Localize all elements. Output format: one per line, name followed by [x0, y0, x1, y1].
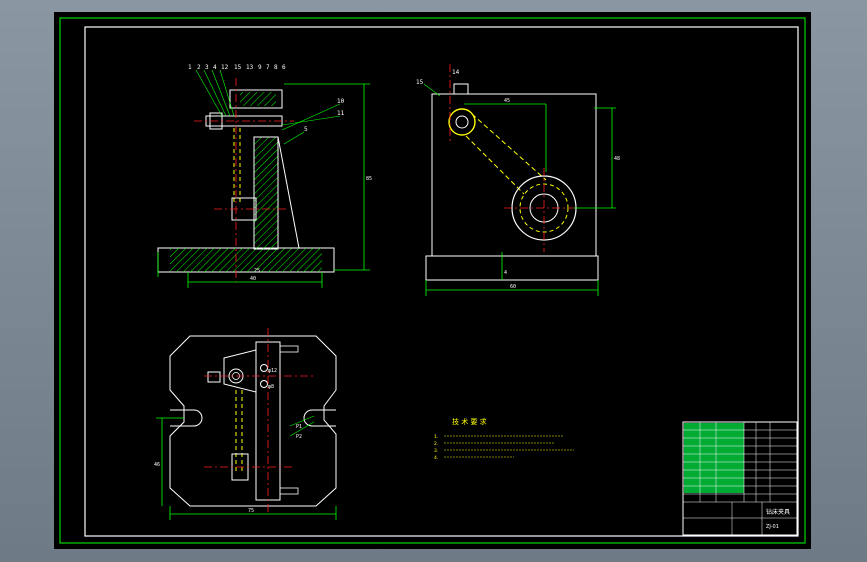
top-dim-width: 75: [248, 508, 254, 514]
part-number-6: 6: [282, 64, 286, 71]
part-number-12: 12: [221, 64, 229, 71]
label-p1: P1: [296, 424, 302, 430]
top-dim-height: 46: [154, 462, 160, 468]
note-line-1: 1.: [434, 434, 438, 440]
label-p2: P2: [296, 434, 302, 440]
dim-height: 85: [366, 176, 372, 182]
part-number-13: 13: [246, 64, 254, 71]
drawing-number: ZJ-01: [766, 524, 779, 530]
small-boss: [448, 108, 476, 136]
note-line-3: 3.: [434, 448, 438, 454]
part-number-3: 3: [205, 64, 209, 71]
side-dim-height: 48: [614, 156, 620, 162]
label-phi8: φ8: [268, 384, 274, 390]
side-dim-center: 45: [504, 98, 510, 104]
part-number-15: 15: [234, 64, 242, 71]
label-phi12: φ12: [268, 368, 277, 374]
part-number-10: 10: [337, 98, 345, 105]
side-base: [425, 255, 599, 281]
hole-phi8: [260, 364, 268, 372]
part-number-8: 8: [274, 64, 278, 71]
part-number-4: 4: [213, 64, 217, 71]
drawing-sheet: 1 2 3 4 12 15 13 9 7 8 6 10 11 5 85 40 2…: [54, 12, 811, 549]
part-number-7: 7: [266, 64, 270, 71]
technical-notes: 技 术 要 求 1. 2. 3. 4.: [434, 417, 574, 461]
column: [253, 136, 279, 250]
front-view: 1 2 3 4 12 15 13 9 7 8 6 10 11 5 85 40 2…: [157, 64, 372, 288]
part-number-9: 9: [258, 64, 262, 71]
part-number-11: 11: [337, 110, 345, 117]
support-rib: [277, 136, 300, 249]
side-body: [431, 93, 597, 257]
part-number-2: 2: [197, 64, 201, 71]
note-line-2: 2.: [434, 441, 438, 447]
cad-drawing: 1 2 3 4 12 15 13 9 7 8 6 10 11 5 85 40 2…: [59, 17, 806, 544]
part-number-5: 5: [304, 126, 308, 133]
top-view: φ12 φ8 P1 P2 75 46: [154, 328, 337, 520]
side-dim-width: 60: [510, 284, 516, 290]
note-line-4: 4.: [434, 455, 438, 461]
top-base-plate: [169, 335, 337, 507]
drawing-name: 钻床夹具: [766, 508, 790, 516]
side-part-14: 14: [452, 69, 460, 76]
notes-title: 技 术 要 求: [452, 417, 487, 426]
cad-viewport[interactable]: 1 2 3 4 12 15 13 9 7 8 6 10 11 5 85 40 2…: [0, 0, 867, 562]
side-part-15: 15: [416, 79, 424, 86]
title-block: 钻床夹具 ZJ-01: [682, 421, 798, 536]
top-clamp-arm: [223, 349, 257, 393]
dim-inner: 25: [254, 268, 260, 274]
part-number-1: 1: [188, 64, 192, 71]
side-view: 15 14 60 45 48 4: [416, 64, 620, 296]
dim-base: 40: [250, 276, 256, 282]
side-dim-small: 4: [504, 270, 507, 276]
